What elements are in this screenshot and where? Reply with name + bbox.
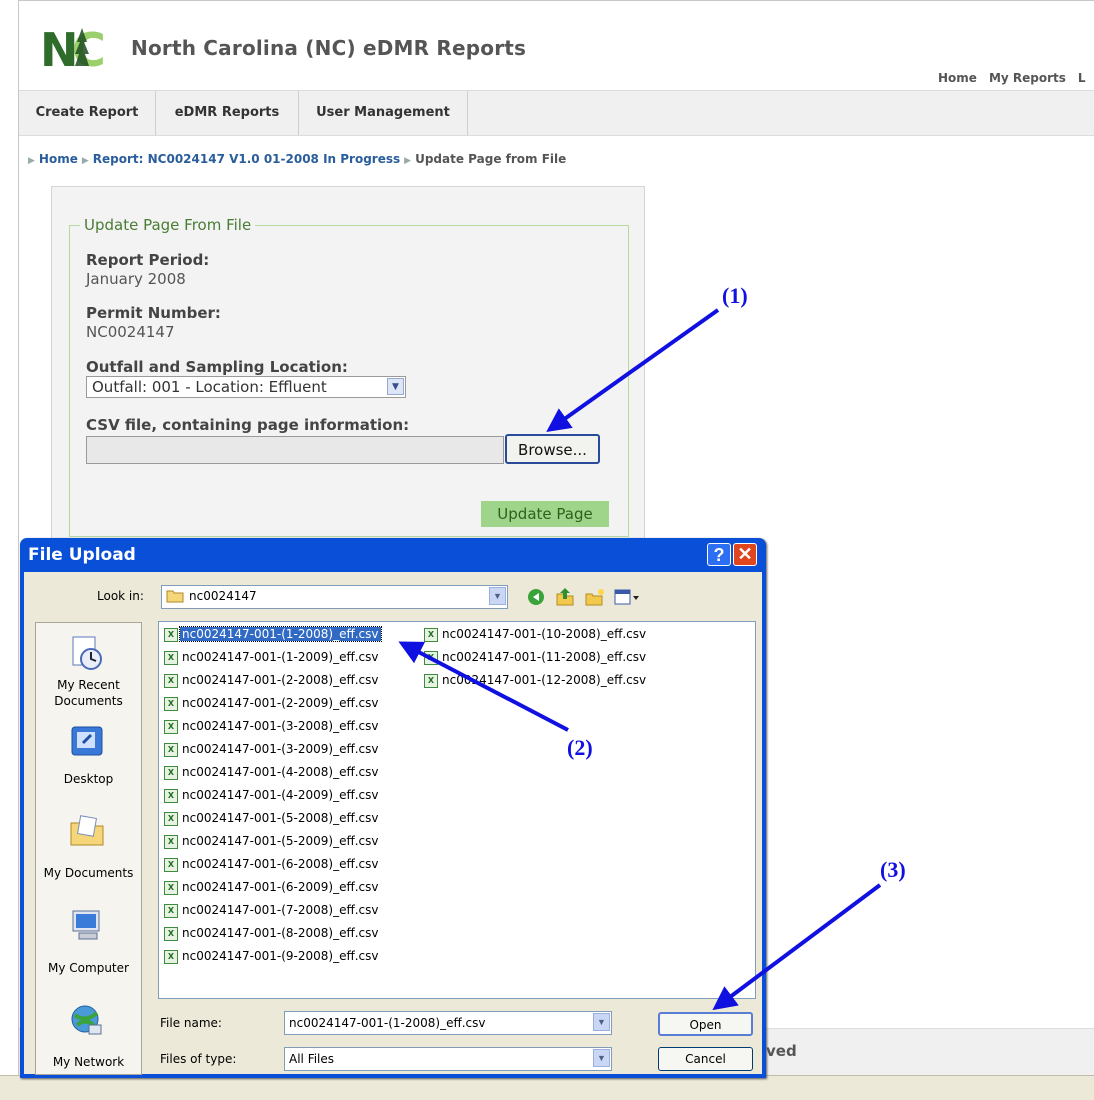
arrow-1 [546,308,720,432]
arrow-2 [398,641,569,732]
arrow-3 [712,883,882,1011]
annotation-label-1: (1) [722,283,748,308]
annotation-label-3: (3) [880,857,906,882]
annotation-label-2: (2) [567,735,593,760]
annotation-arrows [398,308,882,1011]
